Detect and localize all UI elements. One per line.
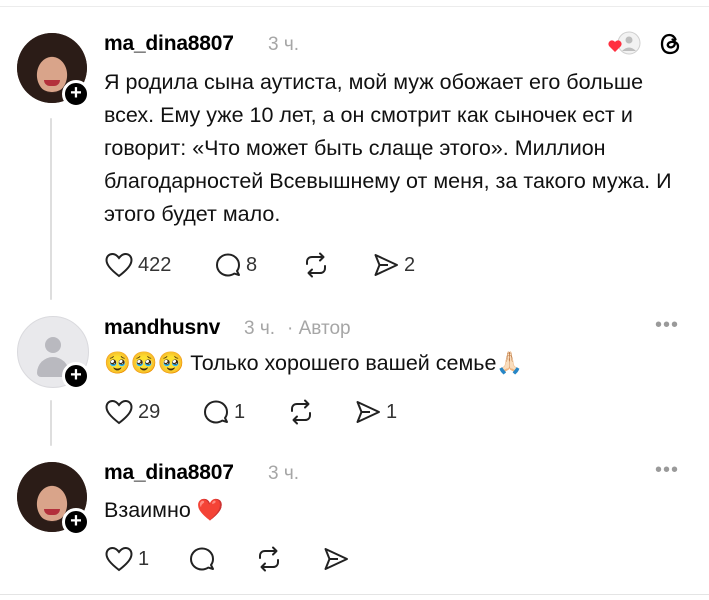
repost-icon — [291, 399, 311, 425]
share-button[interactable]: 1 — [354, 397, 397, 427]
follow-plus-button[interactable]: + — [62, 80, 90, 108]
follow-plus-button[interactable]: + — [62, 508, 90, 536]
reply-button[interactable]: 8 — [214, 250, 257, 280]
comment-text: 🥹🥹🥹 Только хорошего вашей семье🙏🏻 — [104, 351, 524, 375]
liked-reaction-icon[interactable] — [603, 30, 641, 58]
username[interactable]: ma_dina8807 — [104, 461, 234, 485]
author-tag: · Автор — [287, 318, 351, 339]
share-button[interactable] — [322, 544, 354, 574]
reply-button[interactable] — [188, 544, 220, 574]
share-icon — [374, 254, 398, 276]
reply-count: 8 — [246, 253, 258, 276]
reply-button[interactable]: 1 — [202, 397, 245, 427]
like-count: 1 — [138, 547, 150, 570]
repost-button[interactable] — [254, 544, 284, 574]
like-count: 422 — [138, 253, 172, 276]
repost-button[interactable] — [301, 250, 331, 280]
heart-icon — [105, 546, 133, 572]
thread-line — [50, 400, 52, 446]
timestamp: 3 ч. — [268, 463, 300, 484]
repost-button[interactable] — [286, 397, 316, 427]
threads-logo-icon[interactable] — [656, 30, 684, 58]
share-button[interactable]: 2 — [372, 250, 415, 280]
username[interactable]: mandhusnv — [104, 316, 220, 340]
reply-count: 1 — [234, 400, 246, 423]
share-count: 1 — [386, 400, 398, 423]
heart-icon — [105, 252, 133, 278]
reply-icon — [216, 253, 240, 277]
share-icon — [356, 401, 380, 423]
like-count: 29 — [138, 400, 161, 423]
like-button[interactable]: 1 — [104, 544, 149, 574]
more-icon[interactable]: ••• — [655, 314, 679, 337]
bottom-divider — [0, 594, 709, 595]
reply-icon — [204, 400, 228, 424]
comment-text: Взаимно ❤️ — [104, 498, 224, 522]
like-button[interactable]: 29 — [104, 397, 160, 427]
reply-icon — [190, 547, 214, 571]
follow-plus-button[interactable]: + — [62, 362, 90, 390]
share-count: 2 — [404, 253, 416, 276]
share-icon — [324, 548, 348, 570]
comment-text: Я родила сына аутиста, мой муж обожает е… — [104, 70, 672, 226]
timestamp: 3 ч. — [244, 318, 276, 339]
like-button[interactable]: 422 — [104, 250, 171, 280]
username[interactable]: ma_dina8807 — [104, 32, 234, 56]
more-icon[interactable]: ••• — [655, 459, 679, 482]
thread-line — [50, 118, 52, 300]
heart-icon — [105, 399, 133, 425]
timestamp: 3 ч. — [268, 34, 300, 55]
top-divider — [0, 6, 709, 7]
repost-icon — [259, 546, 279, 572]
repost-icon — [306, 252, 326, 278]
